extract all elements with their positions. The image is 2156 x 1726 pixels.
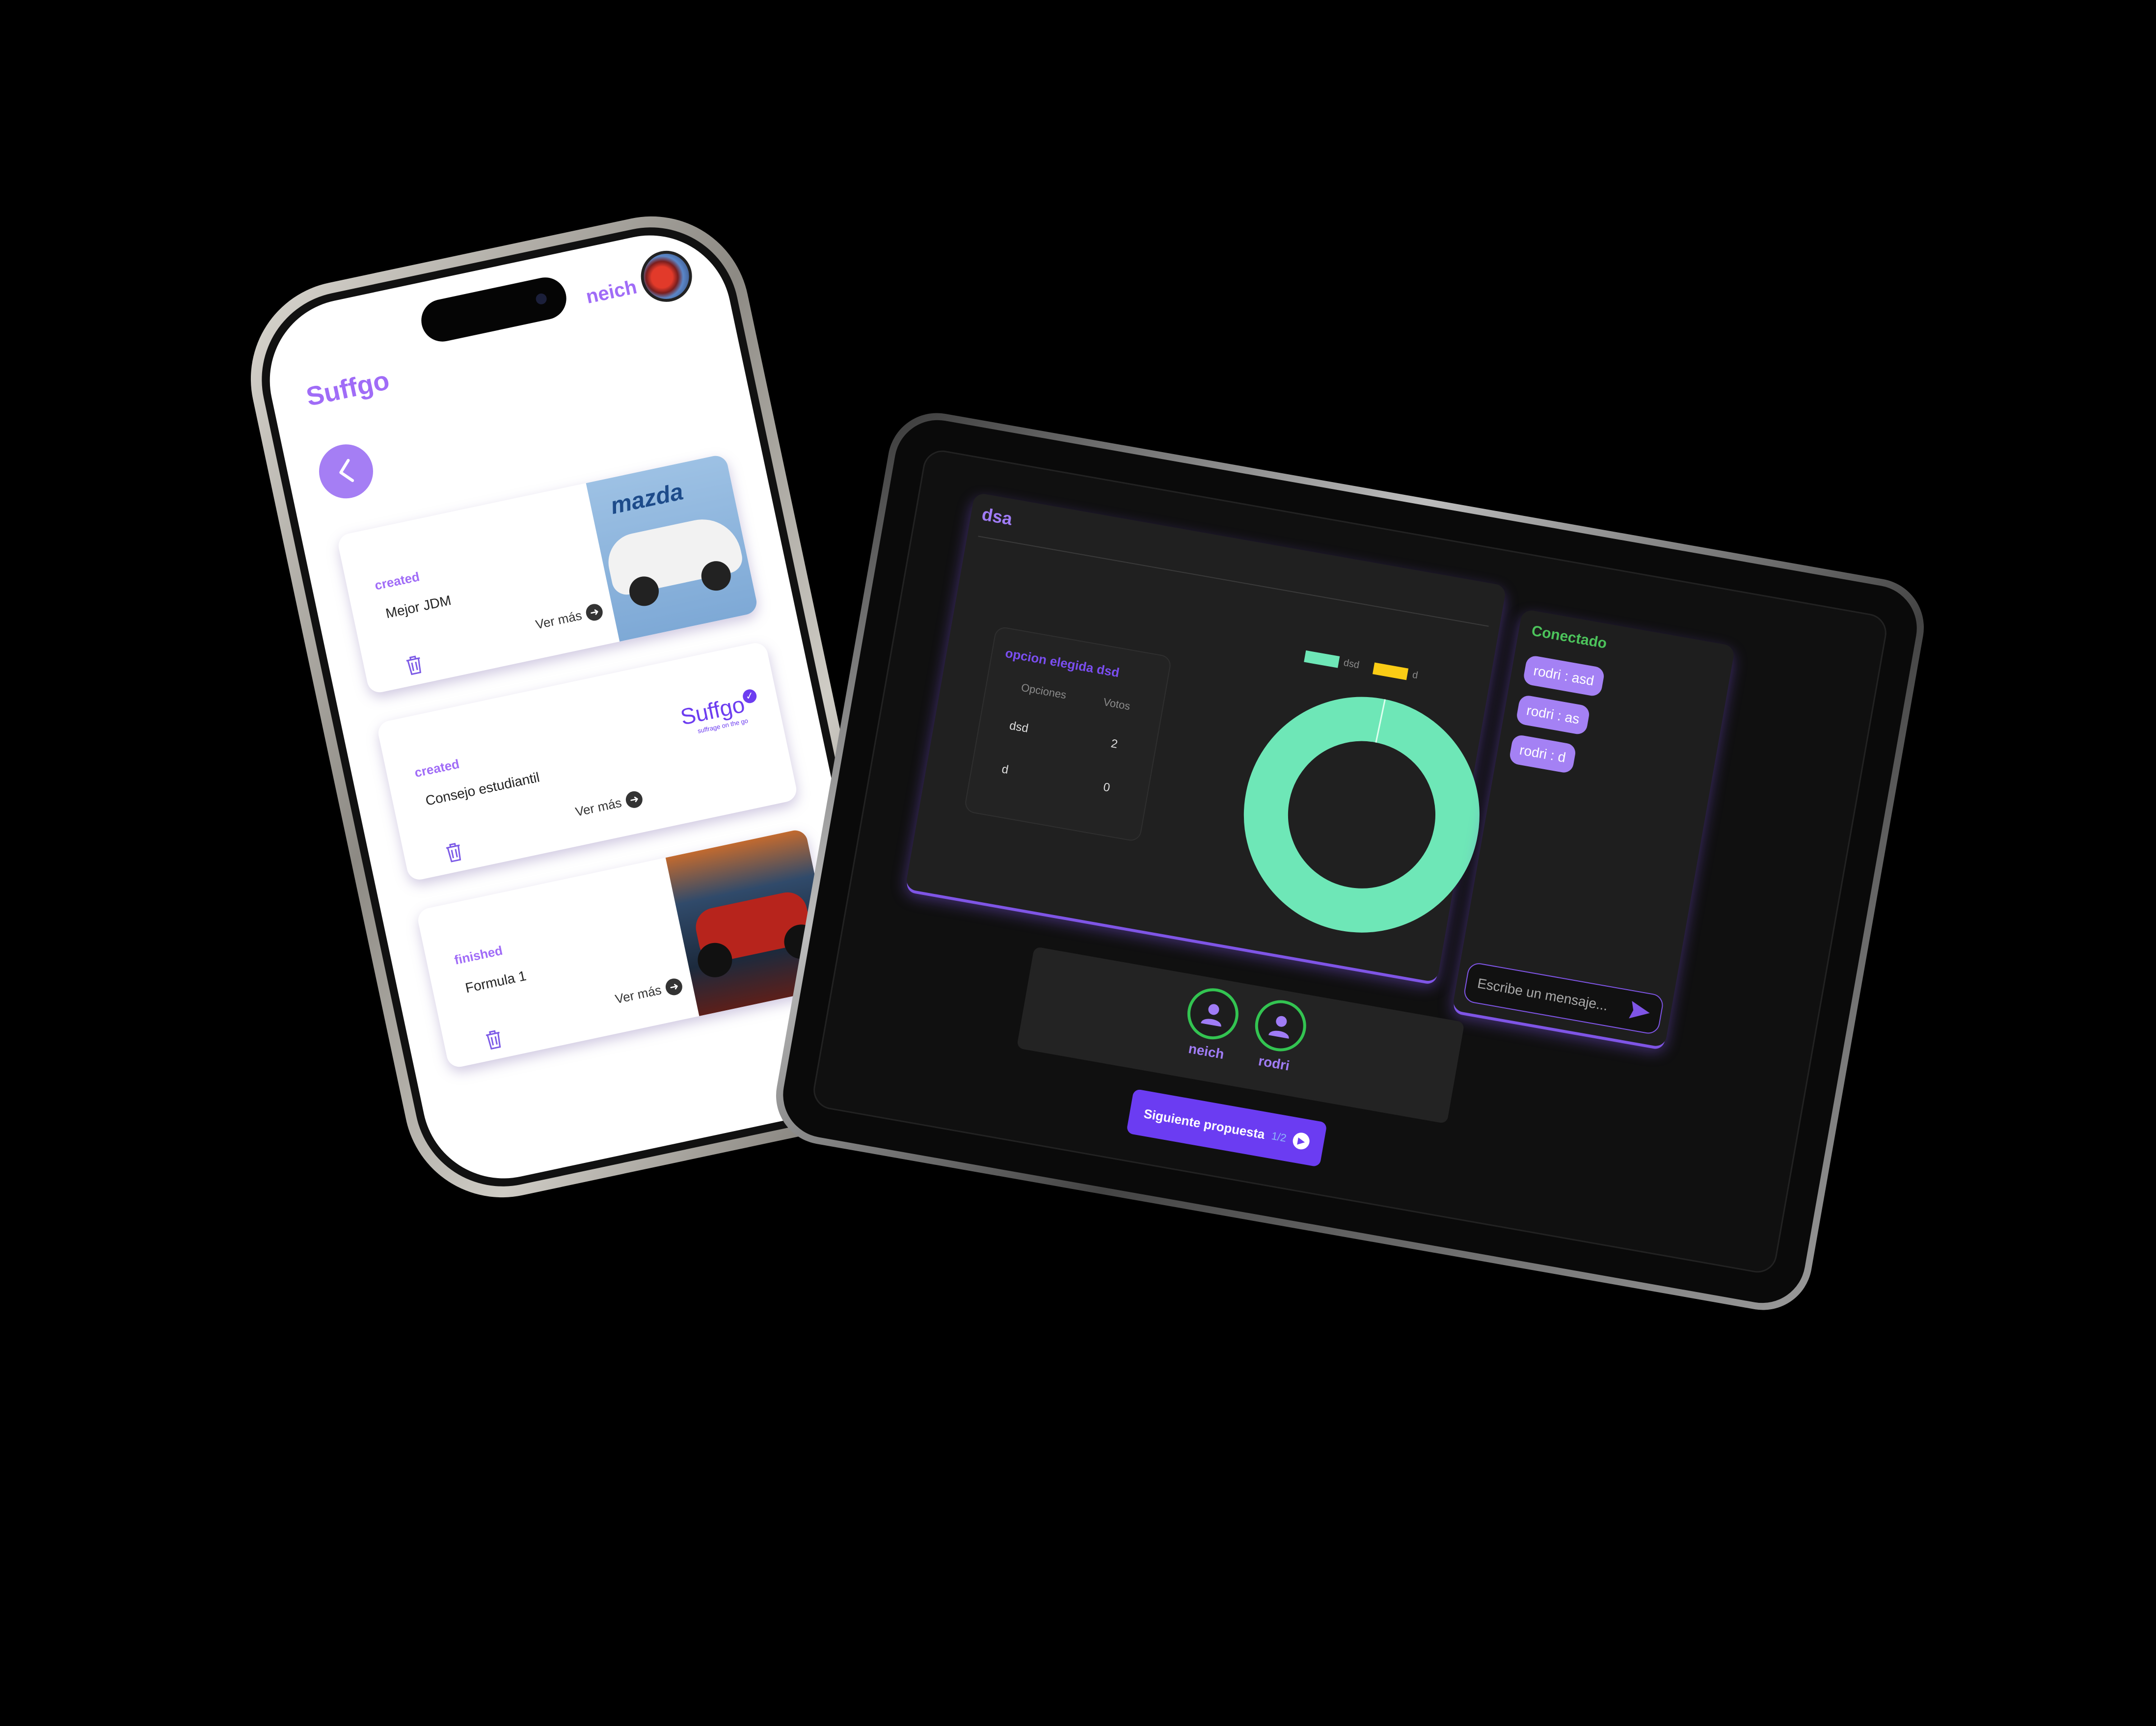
col-votes: Votos [1102, 696, 1132, 713]
card-status: created [373, 569, 421, 593]
message-input[interactable] [1474, 971, 1641, 1024]
table-cell-option: d [1000, 762, 1010, 777]
send-icon[interactable] [1628, 1000, 1652, 1023]
user-icon [1268, 1016, 1289, 1039]
camera-icon [535, 292, 548, 305]
table-heading: opcion elegida dsd [1004, 645, 1121, 680]
donut-chart [1243, 697, 1480, 933]
card-title: Formula 1 [463, 968, 528, 996]
legend-swatch [1304, 650, 1340, 668]
app-brand: Suffgo [303, 365, 392, 412]
proposal-count: 1/2 [1270, 1129, 1288, 1144]
options-table: opcion elegida dsd Opciones Votos dsd 2 … [963, 625, 1172, 842]
card-thumbnail: mazda [586, 453, 759, 642]
arrow-right-icon: ➜ [664, 977, 684, 997]
card-title: Mejor JDM [384, 592, 453, 621]
table-cell-votes: 0 [1102, 780, 1111, 795]
user-name: rodri [1257, 1053, 1291, 1074]
trash-icon[interactable] [444, 841, 464, 863]
avatar[interactable] [636, 246, 697, 307]
see-more-label: Ver más [614, 982, 663, 1006]
connection-status: Conectado [1530, 622, 1608, 652]
user-avatar: rodri [1247, 996, 1310, 1076]
see-more-label: Ver más [534, 607, 583, 632]
mazda-logo: mazda [608, 479, 686, 520]
chat-message: rodri : d [1508, 733, 1577, 774]
tablet-bezel: Resultados de la votación dsa opcion ele… [776, 413, 1924, 1310]
next-proposal-label: Siguiente propuesta [1142, 1106, 1267, 1142]
panel-title: dsa [980, 504, 1014, 529]
play-icon: ▶ [1292, 1131, 1311, 1151]
user-name: neich [584, 276, 639, 308]
see-more-label: Ver más [574, 795, 623, 819]
user-name: neich [1187, 1040, 1226, 1062]
arrow-right-icon: ➜ [584, 602, 605, 622]
legend-item[interactable]: d [1373, 662, 1419, 682]
see-more-link[interactable]: Ver más ➜ [534, 602, 605, 633]
tablet-screen: Resultados de la votación dsa opcion ele… [810, 447, 1890, 1276]
see-more-link[interactable]: Ver más ➜ [574, 789, 645, 820]
trash-icon[interactable] [404, 654, 425, 676]
legend-label: d [1411, 669, 1419, 681]
user-avatar: neich [1180, 984, 1243, 1064]
trash-icon[interactable] [484, 1028, 504, 1051]
legend-swatch [1373, 662, 1409, 680]
arrow-right-icon: ➜ [624, 789, 645, 809]
chat-message: rodri : asd [1522, 654, 1605, 698]
legend-label: dsd [1343, 657, 1360, 671]
tablet-device: Resultados de la votación dsa opcion ele… [768, 405, 1932, 1318]
divider [978, 536, 1489, 627]
chat-panel: Conectado rodri : asd rodri : as rodri :… [1452, 609, 1736, 1048]
chevron-left-icon [339, 458, 354, 482]
chart-legend: dsd d [1304, 650, 1419, 682]
see-more-link[interactable]: Ver más ➜ [614, 977, 684, 1007]
table-cell-votes: 2 [1110, 737, 1119, 751]
legend-item[interactable]: dsd [1304, 650, 1360, 672]
col-options: Opciones [1020, 681, 1068, 701]
back-button[interactable] [314, 439, 378, 504]
card-status: finished [453, 943, 504, 968]
table-cell-option: dsd [1008, 719, 1030, 735]
results-panel: dsa opcion elegida dsd Opciones Votos ds… [905, 492, 1507, 983]
donut-slice-dsd [1243, 697, 1480, 933]
user-icon [1201, 1004, 1221, 1027]
chat-message: rodri : as [1515, 694, 1591, 736]
next-proposal-button[interactable]: Siguiente propuesta 1/2 ▶ [1126, 1088, 1327, 1167]
suffgo-logo: Suffgo✓ suffrage on the go [678, 688, 762, 738]
card-status: created [413, 756, 461, 781]
dynamic-island [417, 273, 570, 346]
card-title: Consejo estudiantil [424, 769, 541, 809]
chat-input-box [1462, 961, 1665, 1036]
